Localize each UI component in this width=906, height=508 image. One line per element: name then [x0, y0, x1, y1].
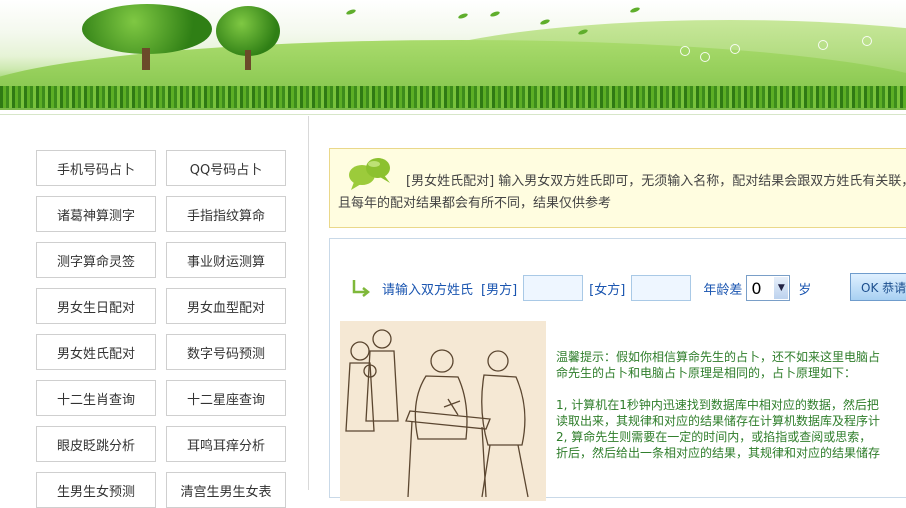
- notice-box: [男女姓氏配对] 输入男女双方姓氏即可，无须输入名称，配对结果会跟双方姓氏有关联…: [329, 148, 906, 228]
- header-banner: [0, 0, 906, 108]
- tree-illustration-small: [216, 6, 280, 72]
- age-diff-value: 0: [751, 278, 762, 298]
- nav-zodiac-animals[interactable]: 十二生肖查询: [36, 380, 156, 416]
- tip-line: 折后，然后给出一条相对应的结果，其规律和对应的结果储存: [556, 446, 881, 460]
- nav-ear-ringing[interactable]: 耳鸣耳痒分析: [166, 426, 286, 462]
- submit-button[interactable]: OK 恭请: [850, 273, 906, 301]
- nav-constellations[interactable]: 十二星座查询: [166, 380, 286, 416]
- nav-fingerprint-fortune[interactable]: 手指指纹算命: [166, 196, 286, 232]
- notice-text: [男女姓氏配对] 输入男女双方姓氏即可，无须输入名称，配对结果会跟双方姓氏有关联…: [338, 174, 906, 211]
- age-unit-label: 岁: [798, 282, 812, 298]
- tip-line: 2, 算命先生则需要在一定的时间内，或掐指或查阅或思索，: [556, 430, 872, 444]
- nav-phone-number-divination[interactable]: 手机号码占卜: [36, 150, 156, 186]
- surname-form: 请输入双方姓氏 [男方] [女方] 年龄差 0 ▼ 岁: [350, 273, 811, 303]
- tip-line: 命先生的占卜和电脑占卜原理是相同的，占卜原理如下：: [556, 366, 857, 380]
- male-label: [男方]: [481, 282, 518, 298]
- nav-zhuge-character-test[interactable]: 诸葛神算测字: [36, 196, 156, 232]
- nav-baby-gender[interactable]: 生男生女预测: [36, 472, 156, 508]
- form-prompt: 请输入双方姓氏: [382, 282, 474, 298]
- nav-qing-gender-chart[interactable]: 清宫生男生女表: [166, 472, 286, 508]
- nav-career-wealth[interactable]: 事业财运测算: [166, 242, 286, 278]
- nav-birthday-match[interactable]: 男女生日配对: [36, 288, 156, 324]
- arrow-pointer-icon: [352, 280, 371, 297]
- sidebar-nav: 手机号码占卜 QQ号码占卜 诸葛神算测字 手指指纹算命 测字算命灵签 事业财运测…: [0, 116, 309, 508]
- fortune-teller-illustration: [340, 321, 546, 501]
- nav-surname-match[interactable]: 男女姓氏配对: [36, 334, 156, 370]
- surname-match-panel: 请输入双方姓氏 [男方] [女方] 年龄差 0 ▼ 岁 OK 恭请 温馨提示：假…: [329, 238, 906, 501]
- nav-blood-type-match[interactable]: 男女血型配对: [166, 288, 286, 324]
- male-surname-input[interactable]: [523, 275, 584, 301]
- chevron-down-icon[interactable]: ▼: [774, 277, 789, 299]
- nav-number-prediction[interactable]: 数字号码预测: [166, 334, 286, 370]
- nav-character-oracle[interactable]: 测字算命灵签: [36, 242, 156, 278]
- female-label: [女方]: [589, 282, 626, 298]
- tip-line: 温馨提示：假如你相信算命先生的占卜，还不如来这里电脑占: [556, 350, 881, 364]
- age-diff-select[interactable]: 0 ▼: [746, 275, 791, 301]
- nav-eyelid-twitch[interactable]: 眼皮眨跳分析: [36, 426, 156, 462]
- tip-line: 1, 计算机在1秒钟内迅速找到数据库中相对应的数据，然后把: [556, 398, 879, 412]
- tips-text: 温馨提示：假如你相信算命先生的占卜，还不如来这里电脑占 命先生的占卜和电脑占卜原…: [556, 349, 906, 461]
- tree-illustration: [82, 4, 212, 74]
- female-surname-input[interactable]: [631, 275, 692, 301]
- tip-line: 读取出来，其规律和对应的结果储存在计算机数据库及程序计: [556, 414, 881, 428]
- nav-qq-number-divination[interactable]: QQ号码占卜: [166, 150, 286, 186]
- age-diff-label: 年龄差: [703, 282, 743, 298]
